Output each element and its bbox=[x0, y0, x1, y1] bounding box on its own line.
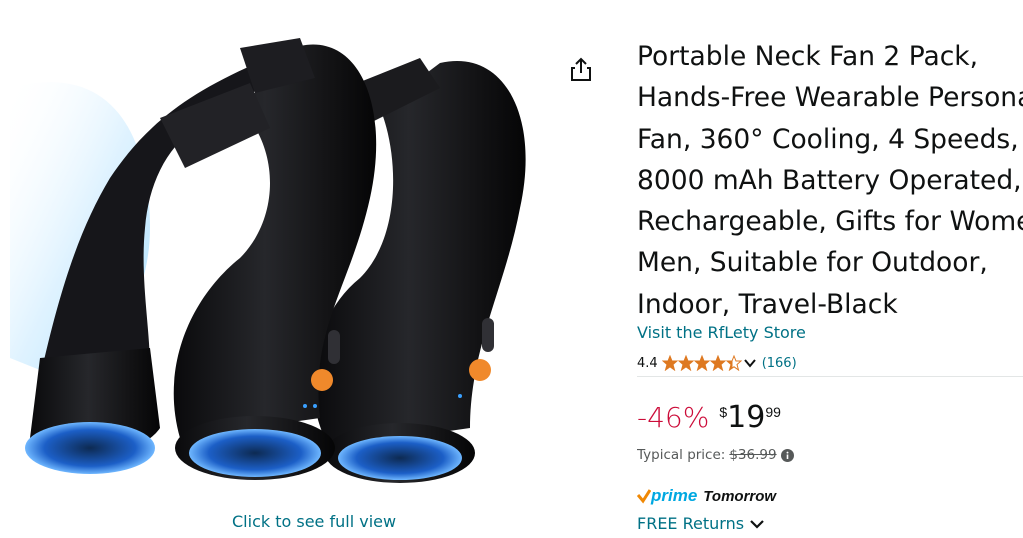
free-returns-link[interactable]: FREE Returns bbox=[637, 514, 764, 533]
store-link[interactable]: Visit the RfLety Store bbox=[637, 323, 806, 342]
title-line: Portable Neck Fan 2 Pack, bbox=[637, 41, 979, 72]
product-details: Portable Neck Fan 2 Pack, Hands-Free Wea… bbox=[637, 0, 1023, 538]
title-line: 8000 mAh Battery Operated, bbox=[637, 164, 1022, 196]
full-view-link[interactable]: Click to see full view bbox=[232, 512, 396, 531]
typical-price-value: $36.99 bbox=[729, 447, 777, 463]
star-rating[interactable] bbox=[661, 355, 742, 371]
chevron-down-icon bbox=[750, 519, 764, 529]
star-icon bbox=[709, 355, 726, 371]
review-count-link[interactable]: (166) bbox=[762, 356, 797, 371]
product-image[interactable] bbox=[0, 28, 560, 498]
product-title: Portable Neck Fan 2 Pack, Hands-Free Wea… bbox=[637, 36, 1023, 325]
share-icon bbox=[571, 57, 591, 81]
title-line: Hands-Free Wearable Personal bbox=[637, 82, 1023, 114]
prime-logo: prime bbox=[637, 486, 697, 506]
prime-check-icon bbox=[637, 489, 651, 504]
title-line: Rechargeable, Gifts for Women bbox=[637, 206, 1023, 238]
rating-row: 4.4 (166) bbox=[637, 354, 797, 372]
star-icon bbox=[725, 355, 742, 371]
free-returns-label: FREE Returns bbox=[637, 514, 745, 533]
price-fraction: 99 bbox=[765, 404, 781, 420]
prime-delivery-row: prime Tomorrow bbox=[637, 486, 776, 506]
info-icon[interactable] bbox=[780, 448, 794, 462]
share-button[interactable] bbox=[568, 56, 594, 84]
prime-label: prime bbox=[651, 486, 698, 505]
price-symbol: $ bbox=[719, 404, 728, 420]
title-line: Indoor, Travel-Black bbox=[637, 288, 898, 320]
rating-value: 4.4 bbox=[637, 355, 658, 371]
star-icon bbox=[693, 355, 710, 371]
divider bbox=[637, 376, 1023, 377]
price-row: -46% $ 19 99 bbox=[637, 396, 781, 440]
image-gallery: Click to see full view bbox=[0, 0, 560, 538]
title-line: Men, Suitable for Outdoor, bbox=[637, 247, 988, 279]
delivery-date: Tomorrow bbox=[703, 487, 777, 505]
typical-price-label: Typical price: bbox=[637, 447, 726, 463]
price-whole: 19 bbox=[727, 400, 766, 435]
chevron-down-icon[interactable] bbox=[743, 358, 756, 368]
star-icon bbox=[677, 355, 694, 371]
title-line: Fan, 360° Cooling, 4 Speeds, bbox=[637, 123, 1019, 155]
typical-price-row: Typical price: $36.99 bbox=[637, 447, 794, 463]
price: $ 19 99 bbox=[719, 396, 781, 433]
star-icon bbox=[661, 355, 678, 371]
discount-percent: -46% bbox=[637, 401, 710, 434]
